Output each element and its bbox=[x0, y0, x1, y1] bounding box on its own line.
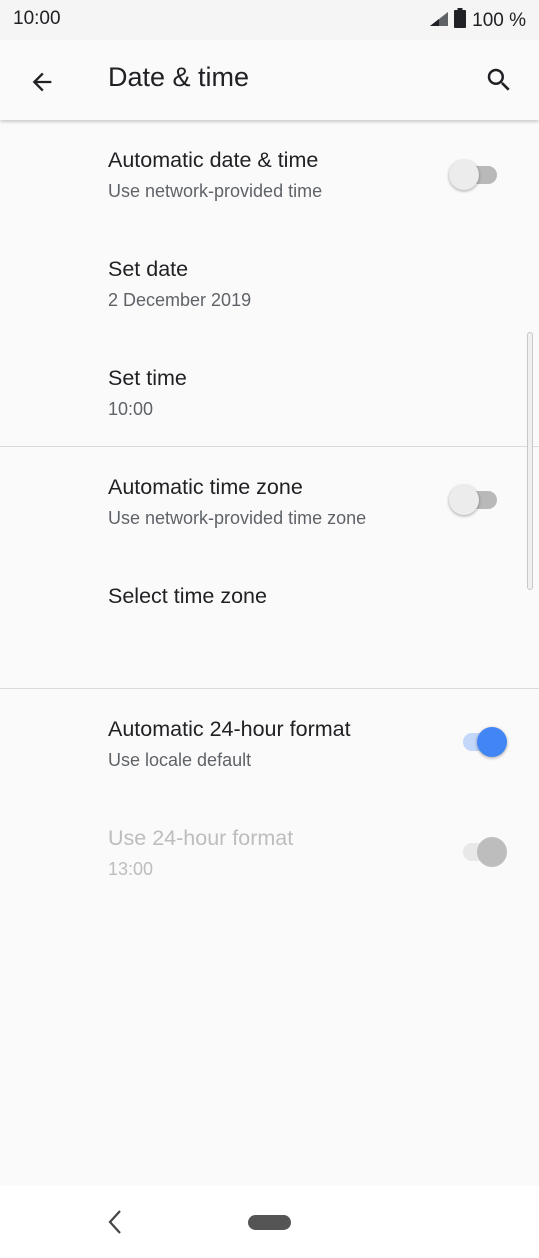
setting-summary: Use locale default bbox=[108, 750, 252, 770]
setting-use-24-hour: Use 24-hour format 13:00 bbox=[0, 798, 539, 907]
nav-back-button[interactable] bbox=[102, 1208, 128, 1236]
scrollbar[interactable] bbox=[527, 332, 533, 590]
battery-icon bbox=[454, 8, 467, 34]
setting-title: Automatic 24-hour format bbox=[108, 717, 351, 741]
auto-time-zone-switch[interactable] bbox=[449, 485, 509, 515]
battery-level: 100 % bbox=[472, 10, 526, 31]
setting-select-time-zone[interactable]: Select time zone bbox=[0, 556, 539, 688]
setting-title: Automatic time zone bbox=[108, 475, 303, 499]
setting-auto-time-zone[interactable]: Automatic time zone Use network-provided… bbox=[0, 447, 539, 556]
search-button[interactable] bbox=[479, 60, 519, 100]
switch-thumb bbox=[449, 160, 479, 190]
signal-icon bbox=[430, 10, 449, 32]
settings-list: Automatic date & time Use network-provid… bbox=[0, 120, 539, 1186]
nav-home-button[interactable] bbox=[248, 1215, 291, 1230]
setting-auto-date-time[interactable]: Automatic date & time Use network-provid… bbox=[0, 120, 539, 229]
setting-title: Use 24-hour format bbox=[108, 826, 294, 850]
setting-auto-24-hour[interactable]: Automatic 24-hour format Use locale defa… bbox=[0, 689, 539, 798]
switch-thumb bbox=[477, 837, 507, 867]
status-time: 10:00 bbox=[13, 8, 61, 29]
setting-title: Set date bbox=[108, 257, 189, 281]
use-24-hour-switch bbox=[449, 837, 509, 867]
auto-24-hour-switch[interactable] bbox=[449, 727, 509, 757]
arrow-back-icon bbox=[32, 72, 52, 92]
app-bar: Date & time bbox=[0, 40, 539, 120]
setting-summary: Use network-provided time zone bbox=[108, 508, 367, 528]
chevron-left-icon bbox=[108, 1210, 121, 1234]
setting-summary: 2 December 2019 bbox=[108, 290, 252, 310]
setting-title: Set time bbox=[108, 366, 187, 390]
setting-set-time[interactable]: Set time 10:00 bbox=[0, 338, 539, 446]
setting-set-date[interactable]: Set date 2 December 2019 bbox=[0, 229, 539, 338]
setting-summary: 13:00 bbox=[108, 859, 154, 879]
setting-title: Automatic date & time bbox=[108, 148, 319, 172]
page-title: Date & time bbox=[108, 62, 250, 92]
setting-summary: Use network-provided time bbox=[108, 181, 323, 201]
auto-date-time-switch[interactable] bbox=[449, 160, 509, 190]
status-indicators: 100 % bbox=[430, 8, 526, 34]
search-icon bbox=[487, 68, 510, 91]
switch-thumb bbox=[477, 727, 507, 757]
status-bar: 10:00 100 % bbox=[0, 0, 539, 40]
setting-summary: 10:00 bbox=[108, 399, 154, 419]
back-button[interactable] bbox=[22, 62, 62, 102]
switch-thumb bbox=[449, 485, 479, 515]
setting-title: Select time zone bbox=[108, 584, 267, 608]
navigation-bar bbox=[0, 1186, 539, 1258]
